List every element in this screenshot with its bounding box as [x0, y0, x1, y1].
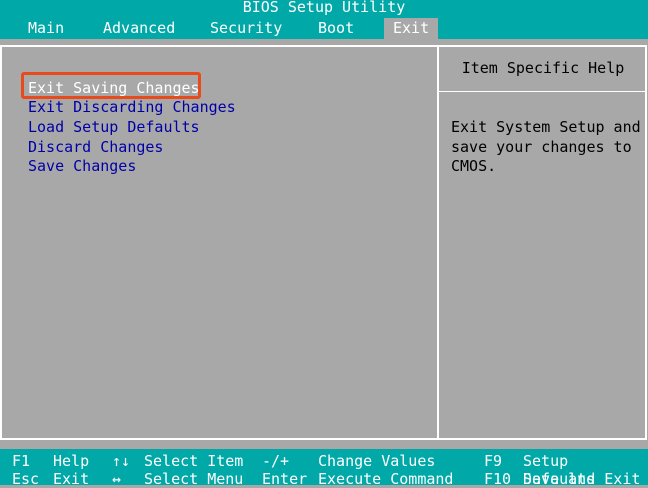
key-f1-label: Help	[53, 452, 90, 470]
option-exit-discarding-changes[interactable]: Exit Discarding Changes	[28, 97, 236, 117]
key-enter: Enter	[262, 470, 308, 488]
tab-exit[interactable]: Exit	[384, 18, 439, 39]
key-esc-label: Exit	[53, 470, 90, 488]
help-line: CMOS.	[451, 157, 497, 175]
option-discard-changes[interactable]: Discard Changes	[28, 137, 163, 157]
help-line: save your changes to	[451, 138, 632, 156]
key-select-item-label: Select Item	[144, 452, 244, 470]
key-change-values-label: Change Values	[318, 452, 436, 470]
key-select-menu-label: Select Menu	[144, 470, 244, 488]
help-divider	[439, 91, 647, 92]
option-exit-saving-changes[interactable]: Exit Saving Changes	[28, 78, 200, 98]
key-execute-command-label: Execute Command	[318, 470, 454, 488]
key-f10-label: Save and Exit	[523, 470, 641, 488]
help-title: Item Specific Help	[461, 59, 625, 77]
tab-main[interactable]: Main	[28, 18, 64, 39]
tab-advanced[interactable]: Advanced	[103, 18, 175, 39]
window-title: BIOS Setup Utility	[242, 0, 406, 16]
option-load-setup-defaults[interactable]: Load Setup Defaults	[28, 117, 200, 137]
arrows-up-down-icon: ↑↓	[112, 452, 131, 470]
menu-bar: Main Advanced Security Boot Exit	[0, 18, 648, 39]
title-bar: BIOS Setup Utility	[0, 0, 648, 18]
tab-boot[interactable]: Boot	[318, 18, 354, 39]
help-line: Exit System Setup and	[451, 118, 641, 136]
arrows-left-right-icon: ↔	[112, 470, 122, 488]
key-f1: F1	[12, 452, 31, 470]
key-f10: F10	[484, 470, 512, 488]
key-legend: F1 Help ↑↓ Select Item -/+ Change Values…	[0, 449, 648, 488]
tab-security[interactable]: Security	[210, 18, 282, 39]
key-f9: F9	[484, 452, 503, 470]
key-minus-plus: -/+	[262, 452, 290, 470]
key-esc: Esc	[12, 470, 40, 488]
panel-divider	[437, 45, 439, 440]
option-save-changes[interactable]: Save Changes	[28, 156, 136, 176]
